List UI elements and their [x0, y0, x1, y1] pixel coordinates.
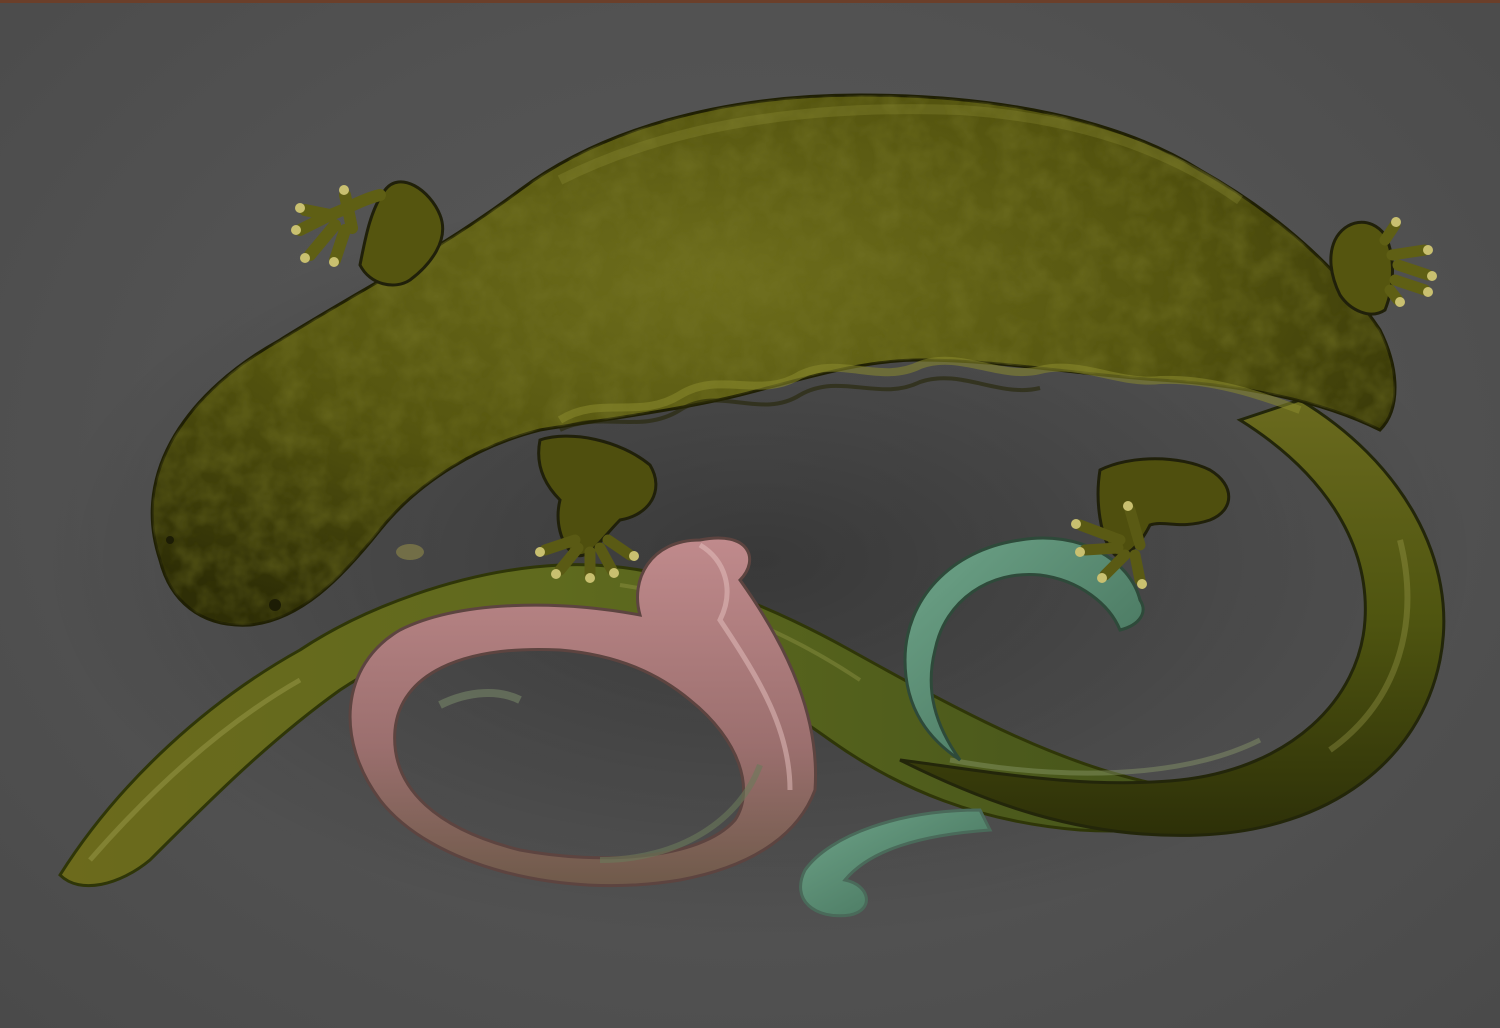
- 3d-viewport[interactable]: [0, 0, 1500, 1028]
- salamander-sculpt-render[interactable]: [0, 0, 1500, 1028]
- salamander-leg-front-right[interactable]: [1329, 217, 1437, 316]
- salamander-eye: [269, 599, 281, 611]
